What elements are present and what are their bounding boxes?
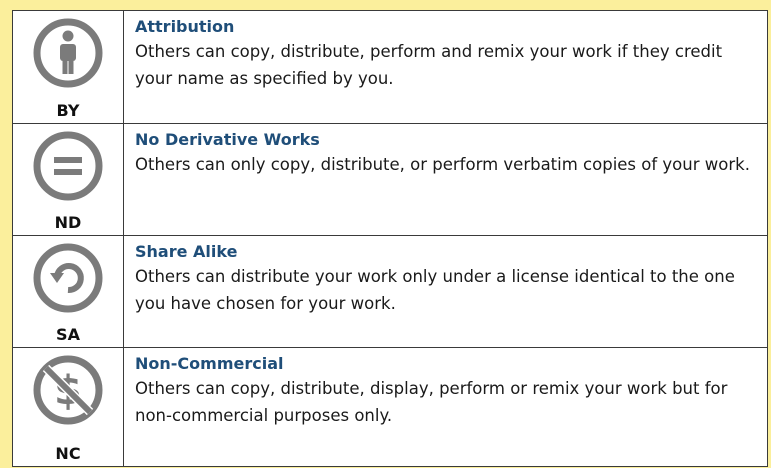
license-table: BY Attribution Others can copy, distribu… <box>12 10 768 467</box>
attribution-person-icon <box>30 15 106 91</box>
non-commercial-dollar-icon: $ <box>30 352 106 428</box>
license-text-cell: Non-Commercial Others can copy, distribu… <box>123 347 768 467</box>
license-icon-cell: SA <box>12 235 124 348</box>
license-text-cell: Share Alike Others can distribute your w… <box>123 235 768 348</box>
license-text-cell: No Derivative Works Others can only copy… <box>123 123 768 236</box>
license-code: NC <box>55 444 81 463</box>
license-title: No Derivative Works <box>135 130 320 149</box>
license-row-sa: SA Share Alike Others can distribute you… <box>12 235 768 348</box>
license-icon-cell: ND <box>12 123 124 236</box>
license-description: Others can copy, distribute, perform and… <box>135 42 723 88</box>
license-row-nd: ND No Derivative Works Others can only c… <box>12 123 768 236</box>
license-icon-cell: BY <box>12 10 124 124</box>
license-row-nc: $ NC Non-Commercial Others can copy, dis… <box>12 347 768 467</box>
license-text-cell: Attribution Others can copy, distribute,… <box>123 10 768 124</box>
license-description: Others can distribute your work only und… <box>135 267 735 313</box>
no-derivatives-equals-icon <box>30 128 106 204</box>
license-icon-cell: $ NC <box>12 347 124 467</box>
share-alike-arrow-icon <box>30 240 106 316</box>
license-code: SA <box>56 325 80 344</box>
license-code: BY <box>56 101 80 120</box>
license-description: Others can copy, distribute, display, pe… <box>135 379 728 425</box>
license-description: Others can only copy, distribute, or per… <box>135 155 750 174</box>
license-title: Non-Commercial <box>135 354 284 373</box>
license-code: ND <box>54 213 82 232</box>
license-row-by: BY Attribution Others can copy, distribu… <box>12 10 768 124</box>
license-title: Share Alike <box>135 242 238 261</box>
license-title: Attribution <box>135 17 235 36</box>
